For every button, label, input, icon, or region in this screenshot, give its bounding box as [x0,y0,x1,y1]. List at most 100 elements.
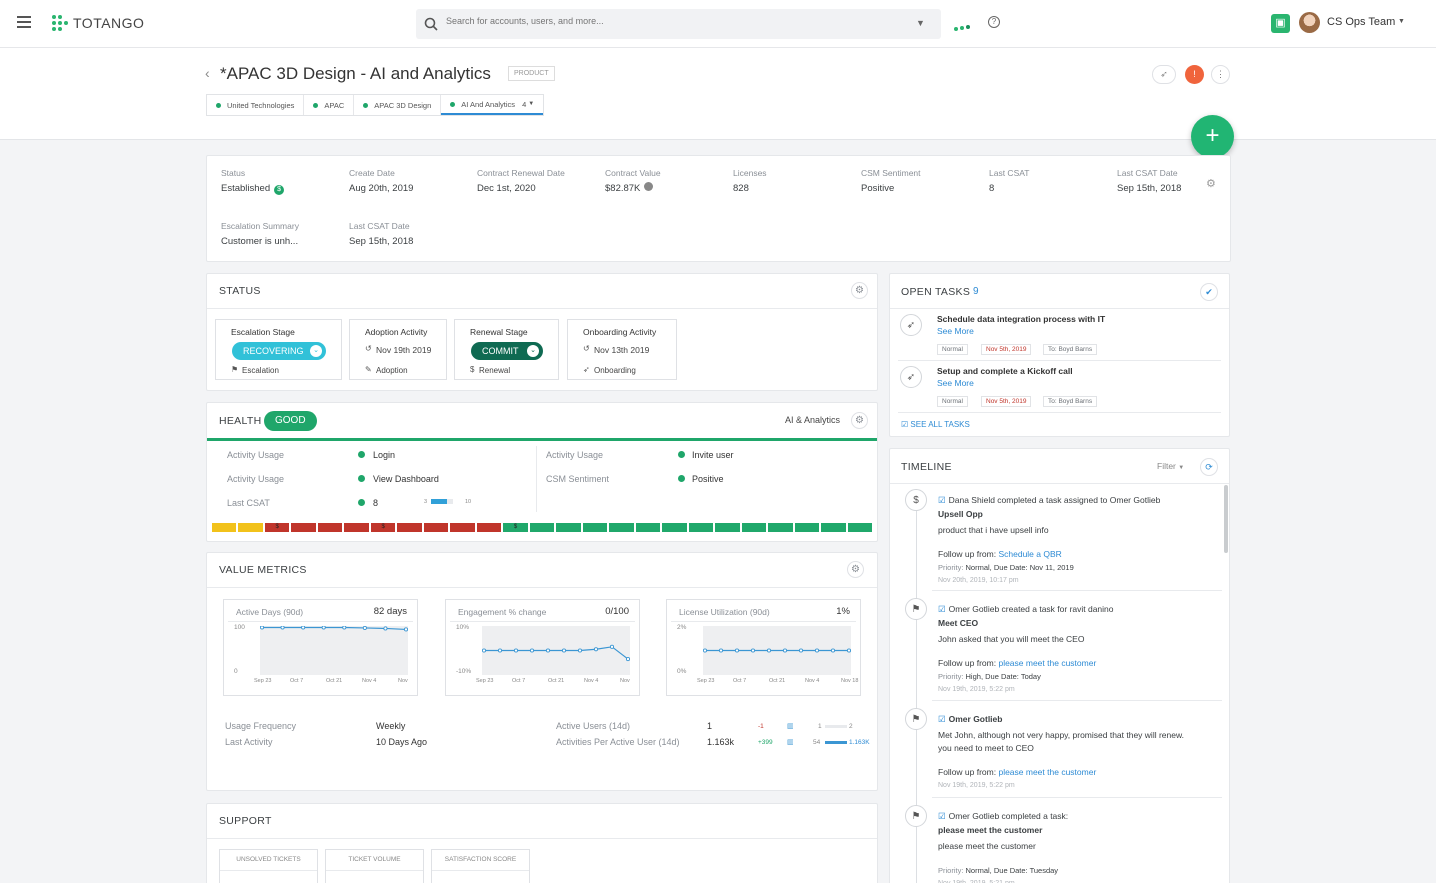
stage-tile[interactable]: Renewal Stage COMMIT⌄ $ Renewal [454,319,559,380]
breadcrumb-item[interactable]: United Technologies [207,95,304,115]
health-history-segment[interactable] [450,523,474,532]
task-see-more-link[interactable]: See More [937,378,974,388]
chart-point[interactable] [281,626,284,629]
chart-point[interactable] [703,649,706,652]
health-history-segment[interactable] [795,523,819,532]
chart-point[interactable] [562,649,565,652]
chart-point[interactable] [384,627,387,630]
escalation-stage-select[interactable]: RECOVERING⌄ [232,342,326,360]
support-tile[interactable]: SATISFACTION SCORE [431,849,530,883]
chart-point[interactable] [363,626,366,629]
app-switcher-icon[interactable] [953,19,971,37]
health-history-segment[interactable] [742,523,766,532]
chart-point[interactable] [626,657,629,660]
chart-point[interactable] [498,649,501,652]
chart-point[interactable] [260,626,263,629]
timeline-event[interactable]: ☑Dana Shield completed a task assigned t… [938,494,1200,587]
health-history-segment[interactable] [848,523,872,532]
chart-point[interactable] [847,649,850,652]
chart-point[interactable] [404,628,407,631]
timeline-scrollbar[interactable] [1224,485,1228,553]
task-see-more-link[interactable]: See More [937,326,974,336]
timeline-event[interactable]: ☑Omer Gotlieb completed a task:please me… [938,810,1200,883]
chart-point[interactable] [530,649,533,652]
health-history-segment[interactable] [530,523,554,532]
bar-chart-icon[interactable]: ▥ [787,722,794,730]
avatar[interactable] [1299,12,1320,33]
chart-point[interactable] [799,649,802,652]
metric-chart-card[interactable]: License Utilization (90d)1%2%0%Sep 23Oct… [666,599,861,696]
health-history-segment[interactable] [291,523,315,532]
chart-point[interactable] [322,626,325,629]
health-history-segment[interactable] [609,523,633,532]
metric-chart-card[interactable]: Engagement % change0/10010%-10%Sep 23Oct… [445,599,640,696]
logo-text[interactable]: TOTANGO [73,15,144,31]
metric-chart-card[interactable]: Active Days (90d)82 days1000Sep 23Oct 7O… [223,599,418,696]
user-name[interactable]: CS Ops Team [1327,16,1395,28]
health-history-segment[interactable] [821,523,845,532]
health-history-segment[interactable] [715,523,739,532]
health-history-segment[interactable] [318,523,342,532]
breadcrumb-item[interactable]: APAC 3D Design [354,95,441,115]
task-check-icon[interactable]: ✔ [1200,283,1218,301]
renewal-stage-select[interactable]: COMMIT⌄ [471,342,543,360]
hamburger-menu-icon[interactable] [17,16,31,28]
fields-settings-gear-icon[interactable]: ⚙ [1206,177,1216,190]
chart-point[interactable] [343,626,346,629]
timeline-follow-link[interactable]: please meet the customer [998,767,1096,777]
chart-point[interactable] [514,649,517,652]
health-history-segment[interactable] [556,523,580,532]
chart-point[interactable] [783,649,786,652]
timeline-follow-link[interactable]: please meet the customer [998,658,1096,668]
stage-tile[interactable]: Escalation Stage RECOVERING⌄ ⚑ Escalatio… [215,319,342,380]
task-title[interactable]: Schedule data integration process with I… [937,314,1105,324]
health-history-segment[interactable]: $ [503,523,527,532]
support-tile[interactable]: UNSOLVED TICKETS [219,849,318,883]
user-menu-chevron-icon[interactable]: ▼ [1398,18,1405,25]
health-history-segment[interactable] [636,523,660,532]
chart-point[interactable] [302,626,305,629]
chart-point[interactable] [751,649,754,652]
search-dropdown-icon[interactable]: ▼ [916,18,925,28]
health-history-segment[interactable] [424,523,448,532]
health-history-segment[interactable] [689,523,713,532]
health-scope[interactable]: AI & Analytics [785,415,840,425]
add-button[interactable]: + [1191,115,1234,158]
more-options-icon[interactable]: ⋮ [1211,65,1230,84]
chart-point[interactable] [546,649,549,652]
health-history-segment[interactable] [344,523,368,532]
chart-point[interactable] [815,649,818,652]
status-settings-gear-icon[interactable]: ⚙ [851,282,868,299]
breadcrumb-item-active[interactable]: AI And Analytics4▼ [441,95,543,115]
timeline-follow-link[interactable]: Schedule a QBR [998,549,1061,559]
chart-point[interactable] [735,649,738,652]
breadcrumb-item[interactable]: APAC [304,95,354,115]
chart-point[interactable] [831,649,834,652]
chart-point[interactable] [578,649,581,652]
health-history-segment[interactable] [768,523,792,532]
timeline-filter[interactable]: Filter ▼ [1157,461,1184,471]
timeline-event[interactable]: ☑Omer GotliebMet John, although not very… [938,713,1200,792]
back-chevron-icon[interactable]: ‹ [205,65,210,81]
search-bar[interactable]: ▼ [416,9,941,39]
totango-logo-icon[interactable] [51,14,68,31]
timeline-event[interactable]: ☑Omer Gotlieb created a task for ravit d… [938,603,1200,696]
gift-icon[interactable]: ▣ [1271,14,1290,33]
chart-point[interactable] [719,649,722,652]
health-settings-gear-icon[interactable]: ⚙ [851,412,868,429]
alert-icon[interactable]: ! [1185,65,1204,84]
rocket-icon[interactable]: ➶ [1152,65,1176,84]
chart-point[interactable] [767,649,770,652]
stage-tile[interactable]: Adoption Activity ↺ Nov 19th 2019 ✎ Adop… [349,319,447,380]
support-tile[interactable]: TICKET VOLUME [325,849,424,883]
health-history-segment[interactable] [583,523,607,532]
chart-point[interactable] [594,648,597,651]
refresh-icon[interactable]: ⟳ [1200,458,1218,476]
health-history-segment[interactable] [477,523,501,532]
chart-point[interactable] [482,649,485,652]
bar-chart-icon[interactable]: ▥ [787,738,794,746]
chart-point[interactable] [610,645,613,648]
health-history-segment[interactable] [238,523,262,532]
value-metrics-settings-gear-icon[interactable]: ⚙ [847,561,864,578]
health-history-segment[interactable]: $ [265,523,289,532]
